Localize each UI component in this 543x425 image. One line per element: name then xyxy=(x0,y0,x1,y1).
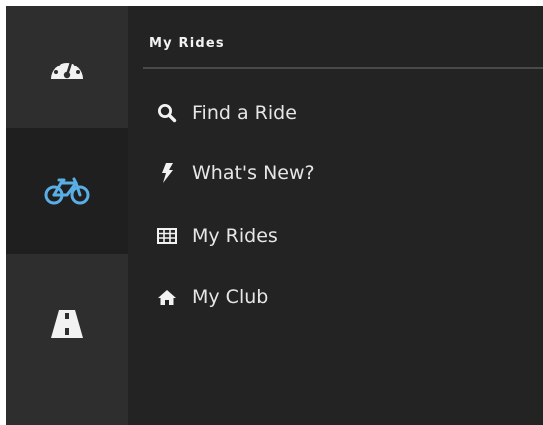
menu-item-label: My Rides xyxy=(192,225,278,247)
icon-rail xyxy=(6,6,128,425)
bicycle-icon xyxy=(43,176,91,206)
app-frame: My Rides Find a Ride What's New? My Ride… xyxy=(6,6,543,425)
menu-item-whats-new[interactable]: What's New? xyxy=(156,156,315,190)
menu-item-find-a-ride[interactable]: Find a Ride xyxy=(156,96,297,130)
rail-item-dashboard[interactable] xyxy=(6,6,128,128)
divider xyxy=(143,67,543,69)
menu-item-my-club[interactable]: My Club xyxy=(156,280,268,314)
menu-item-label: My Club xyxy=(192,286,269,308)
speedometer-icon xyxy=(47,51,87,83)
menu-item-label: What's New? xyxy=(192,162,315,184)
panel-title: My Rides xyxy=(149,36,225,51)
rail-item-rides[interactable] xyxy=(6,128,128,254)
road-icon xyxy=(50,309,84,339)
rides-menu-panel: My Rides Find a Ride What's New? My Ride… xyxy=(128,6,543,425)
bolt-icon xyxy=(156,162,178,184)
menu-item-my-rides[interactable]: My Rides xyxy=(156,219,278,253)
search-icon xyxy=(156,102,178,124)
rail-item-routes[interactable] xyxy=(6,254,128,394)
menu-item-label: Find a Ride xyxy=(192,102,297,124)
home-icon xyxy=(156,286,178,308)
table-icon xyxy=(156,225,178,247)
